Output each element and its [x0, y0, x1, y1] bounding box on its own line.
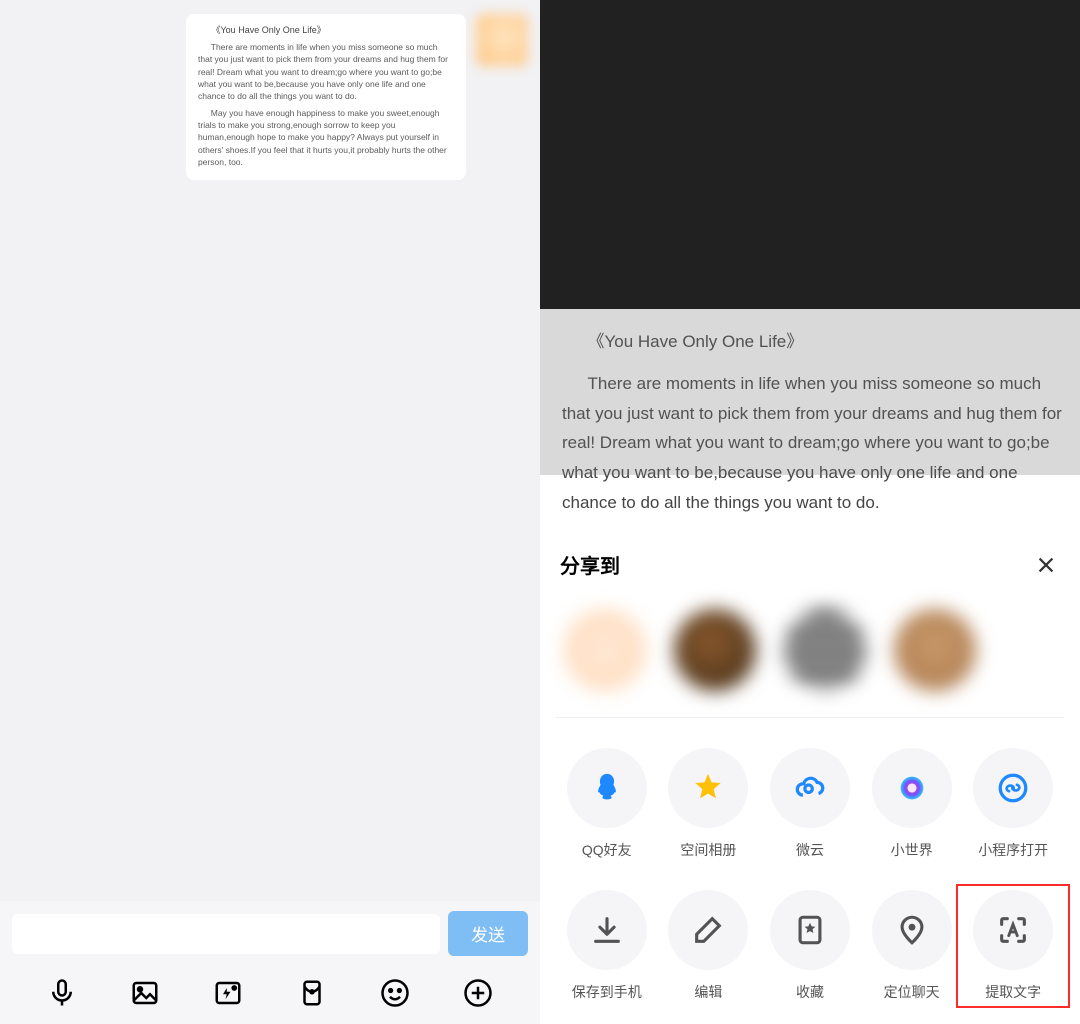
share-action-label: 空间相册: [680, 840, 736, 860]
message-input[interactable]: [12, 914, 440, 954]
message-bubble[interactable]: 《You Have Only One Life》 There are momen…: [186, 14, 466, 180]
emoji-icon[interactable]: [378, 976, 412, 1010]
share-action-small-world[interactable]: 小世界: [861, 748, 963, 860]
share-action-qzone-album[interactable]: 空间相册: [658, 748, 760, 860]
camera-flash-icon[interactable]: [211, 976, 245, 1010]
share-action-label: 定位聊天: [884, 982, 940, 1002]
viewer-title: 《You Have Only One Life》: [562, 327, 1064, 357]
share-action-weiyun[interactable]: 微云: [759, 748, 861, 860]
share-action-label: 小世界: [891, 840, 933, 860]
share-contact[interactable]: [564, 609, 646, 691]
chat-pane: 《You Have Only One Life》 There are momen…: [0, 0, 540, 1024]
share-action-label: 小程序打开: [978, 840, 1048, 860]
image-viewer-pane: 《You Have Only One Life》 There are momen…: [540, 0, 1080, 1024]
weiyun-icon: [793, 771, 827, 805]
chat-scroll[interactable]: 《You Have Only One Life》 There are momen…: [0, 0, 540, 901]
plus-icon[interactable]: [461, 976, 495, 1010]
edit-icon: [691, 913, 725, 947]
share-contacts-row: [556, 579, 1064, 718]
message-row: 《You Have Only One Life》 There are momen…: [12, 14, 528, 180]
share-contact[interactable]: [784, 609, 866, 691]
ocr-icon: [996, 913, 1030, 947]
share-action-miniprogram[interactable]: 小程序打开: [962, 748, 1064, 860]
send-button[interactable]: 发送: [448, 911, 528, 956]
small-world-icon: [895, 771, 929, 805]
close-icon: [1035, 554, 1057, 576]
message-paragraph: May you have enough happiness to make yo…: [198, 107, 454, 169]
share-sheet: 分享到 QQ好友 空间相册 微云: [540, 528, 1080, 1024]
share-action-save-to-phone[interactable]: 保存到手机: [556, 890, 658, 1002]
share-action-extract-text[interactable]: 提取文字: [962, 890, 1064, 1002]
redpacket-icon[interactable]: [295, 976, 329, 1010]
viewer-paragraph: There are moments in life when you miss …: [562, 369, 1064, 518]
share-contact[interactable]: [674, 609, 756, 691]
share-action-grid: QQ好友 空间相册 微云 小世界 小程序打开 保存到手机: [556, 748, 1064, 1002]
share-action-locate-chat[interactable]: 定位聊天: [861, 890, 963, 1002]
share-action-favorite[interactable]: 收藏: [759, 890, 861, 1002]
share-sheet-title: 分享到: [560, 550, 620, 579]
voice-icon[interactable]: [45, 976, 79, 1010]
avatar[interactable]: [476, 14, 528, 66]
share-action-label: 微云: [796, 840, 824, 860]
photo-icon[interactable]: [128, 976, 162, 1010]
share-action-label: 提取文字: [985, 982, 1041, 1002]
miniprogram-icon: [996, 771, 1030, 805]
close-button[interactable]: [1032, 551, 1060, 579]
bookmark-star-icon: [793, 913, 827, 947]
download-icon: [590, 913, 624, 947]
share-action-label: QQ好友: [582, 840, 632, 860]
share-action-label: 保存到手机: [572, 982, 642, 1002]
qzone-icon: [691, 771, 725, 805]
share-contact[interactable]: [894, 609, 976, 691]
message-paragraph: There are moments in life when you miss …: [198, 41, 454, 103]
share-action-edit[interactable]: 编辑: [658, 890, 760, 1002]
image-viewer-blackspace[interactable]: [540, 0, 1080, 309]
qq-icon: [590, 771, 624, 805]
chat-input-bar: 发送: [0, 901, 540, 1024]
share-action-qq-friends[interactable]: QQ好友: [556, 748, 658, 860]
location-pin-icon: [895, 913, 929, 947]
chat-toolbar: [12, 970, 528, 1024]
share-action-label: 编辑: [694, 982, 722, 1002]
share-action-label: 收藏: [796, 982, 824, 1002]
message-title: 《You Have Only One Life》: [198, 24, 454, 37]
